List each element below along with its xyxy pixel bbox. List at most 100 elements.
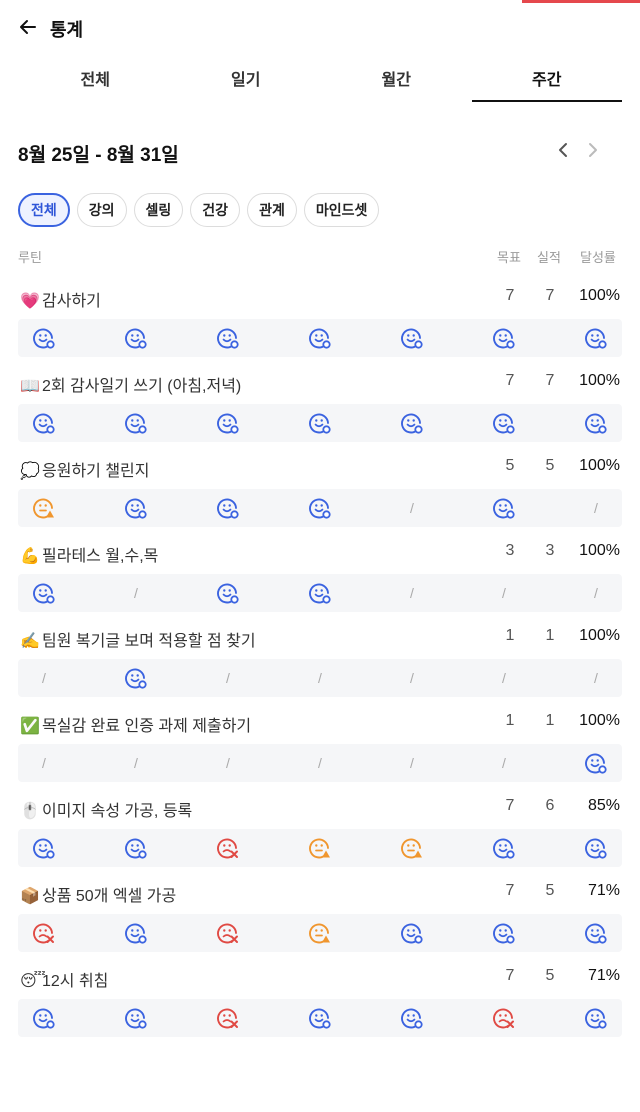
neutral-partial-icon[interactable] [300, 914, 340, 952]
smile-success-icon[interactable] [576, 404, 616, 442]
routine-label: 이미지 속성 가공, 등록 [42, 803, 193, 820]
tab-weekly[interactable]: 주간 [471, 60, 622, 102]
chip-health[interactable]: 건강 [190, 193, 241, 227]
day-empty-slash: / [410, 670, 414, 686]
routine-label: 팀원 복기글 보며 적용할 점 찾기 [42, 633, 256, 650]
smile-success-icon[interactable] [24, 829, 64, 867]
routine-row[interactable]: 📦 상품 50개 엑셀 가공 7 5 71% [18, 878, 622, 956]
chevron-left-icon[interactable] [556, 139, 570, 167]
smile-success-icon[interactable] [576, 744, 616, 782]
smile-success-icon[interactable] [24, 574, 64, 612]
tab-diary[interactable]: 일기 [171, 60, 322, 102]
arrow-left-icon[interactable] [18, 17, 38, 41]
smile-success-icon[interactable] [484, 914, 524, 952]
week-status-strip: / / / / / / [18, 659, 622, 697]
smile-success-icon[interactable] [484, 829, 524, 867]
day-empty-slash: / [318, 670, 322, 686]
day-empty-slash: / [410, 585, 414, 601]
smile-success-icon[interactable] [300, 574, 340, 612]
routine-goal: 1 [505, 712, 515, 729]
smile-success-icon[interactable] [24, 319, 64, 357]
chevron-right-icon[interactable] [586, 139, 600, 167]
smile-success-icon[interactable] [576, 999, 616, 1037]
routine-name: 📖 2회 감사일기 쓰기 (아침,저녁) [20, 372, 241, 396]
smile-success-icon[interactable] [116, 319, 156, 357]
day-empty-slash: / [594, 670, 598, 686]
chip-relationship[interactable]: 관계 [247, 193, 297, 227]
routine-actual: 1 [545, 627, 555, 644]
smile-success-icon[interactable] [116, 489, 156, 527]
chip-mindset[interactable]: 마인드셋 [303, 193, 380, 227]
chip-selling[interactable]: 셀링 [133, 193, 184, 227]
routine-emoji-icon: 🖱️ [20, 803, 40, 820]
routine-row[interactable]: 💪 필라테스 월,수,목 3 3 100% / / / / [18, 538, 622, 616]
smile-success-icon[interactable] [116, 659, 156, 697]
sad-fail-icon[interactable] [208, 914, 248, 952]
column-actual: 실적 [537, 250, 561, 265]
day-empty-slash: / [226, 670, 230, 686]
routine-name: 💗 감사하기 [20, 287, 101, 311]
day-empty-slash: / [226, 755, 230, 771]
routine-row[interactable]: 🖱️ 이미지 속성 가공, 등록 7 6 85% [18, 793, 622, 871]
routine-actual: 3 [545, 542, 555, 559]
smile-success-icon[interactable] [300, 489, 340, 527]
smile-success-icon[interactable] [576, 829, 616, 867]
smile-success-icon[interactable] [392, 319, 432, 357]
smile-success-icon[interactable] [392, 999, 432, 1037]
sad-fail-icon[interactable] [24, 914, 64, 952]
header: 통계 [18, 14, 83, 44]
routine-row[interactable]: ✅ 목실감 완료 인증 과제 제출하기 1 1 100% / / / / / / [18, 708, 622, 786]
smile-success-icon[interactable] [300, 319, 340, 357]
week-status-strip [18, 999, 622, 1037]
smile-success-icon[interactable] [116, 999, 156, 1037]
chip-lecture[interactable]: 강의 [76, 193, 127, 227]
neutral-partial-icon[interactable] [392, 829, 432, 867]
day-empty-slash: / [594, 500, 598, 516]
chip-all[interactable]: 전체 [18, 193, 70, 227]
smile-success-icon[interactable] [116, 404, 156, 442]
routine-row[interactable]: 📖 2회 감사일기 쓰기 (아침,저녁) 7 7 100% [18, 368, 622, 446]
smile-success-icon[interactable] [392, 404, 432, 442]
routine-header: 💗 감사하기 7 7 100% [18, 283, 622, 315]
smile-success-icon[interactable] [576, 319, 616, 357]
day-empty-slash: / [410, 755, 414, 771]
smile-success-icon[interactable] [576, 914, 616, 952]
routine-emoji-icon: 💪 [20, 548, 40, 565]
smile-success-icon[interactable] [208, 319, 248, 357]
date-range-label: 8월 25일 - 8월 31일 [18, 145, 179, 166]
smile-success-icon[interactable] [484, 319, 524, 357]
routine-goal: 7 [505, 797, 515, 814]
neutral-partial-icon[interactable] [24, 489, 64, 527]
smile-success-icon[interactable] [484, 404, 524, 442]
routine-header: 📦 상품 50개 엑셀 가공 7 5 71% [18, 878, 622, 910]
smile-success-icon[interactable] [300, 999, 340, 1037]
smile-success-icon[interactable] [300, 404, 340, 442]
routine-row[interactable]: 💭 응원하기 챌린지 5 5 100% / / [18, 453, 622, 531]
routine-name: ✍️ 팀원 복기글 보며 적용할 점 찾기 [20, 627, 256, 651]
smile-success-icon[interactable] [116, 829, 156, 867]
sad-fail-icon[interactable] [484, 999, 524, 1037]
smile-success-icon[interactable] [392, 914, 432, 952]
smile-success-icon[interactable] [24, 999, 64, 1037]
tab-all[interactable]: 전체 [20, 60, 171, 102]
smile-success-icon[interactable] [24, 404, 64, 442]
routine-header: ✅ 목실감 완료 인증 과제 제출하기 1 1 100% [18, 708, 622, 740]
routine-rate: 100% [579, 287, 620, 304]
smile-success-icon[interactable] [116, 914, 156, 952]
smile-success-icon[interactable] [208, 489, 248, 527]
day-empty-slash: / [502, 755, 506, 771]
column-goal: 목표 [497, 250, 521, 265]
smile-success-icon[interactable] [208, 574, 248, 612]
routine-row[interactable]: 😴12시 취침 7 5 71% [18, 963, 622, 1041]
smile-success-icon[interactable] [484, 489, 524, 527]
routine-row[interactable]: 💗 감사하기 7 7 100% [18, 283, 622, 361]
neutral-partial-icon[interactable] [300, 829, 340, 867]
routine-actual: 7 [545, 372, 555, 389]
smile-success-icon[interactable] [208, 404, 248, 442]
sad-fail-icon[interactable] [208, 829, 248, 867]
week-status-strip: / / [18, 489, 622, 527]
sad-fail-icon[interactable] [208, 999, 248, 1037]
page-title: 통계 [50, 20, 84, 40]
tab-monthly[interactable]: 월간 [321, 60, 472, 102]
routine-row[interactable]: ✍️ 팀원 복기글 보며 적용할 점 찾기 1 1 100% / / / / / / [18, 623, 622, 701]
